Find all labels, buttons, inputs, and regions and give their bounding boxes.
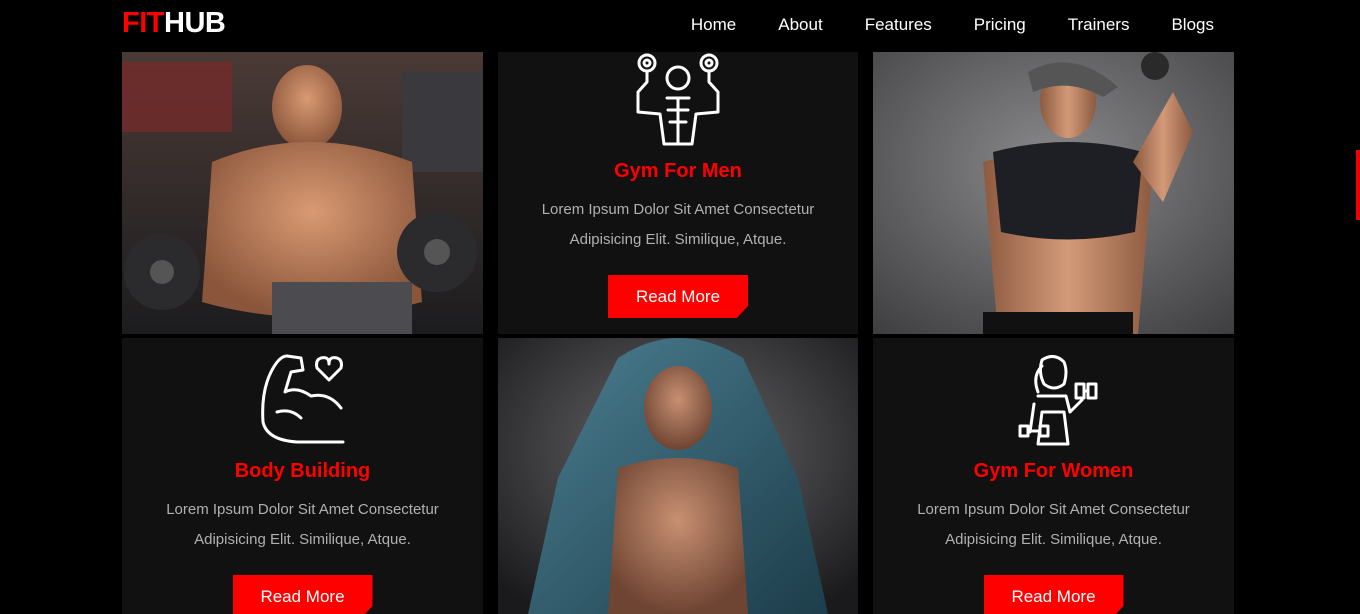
photo-woman-dumbbell — [873, 52, 1234, 334]
main-nav: Home About Features Pricing Trainers Blo… — [649, 15, 1214, 35]
read-more-button[interactable]: Read More — [983, 575, 1124, 614]
nav-about[interactable]: About — [778, 15, 822, 35]
nav-pricing[interactable]: Pricing — [974, 15, 1026, 35]
brand-part-2: HUB — [164, 7, 226, 39]
nav-features[interactable]: Features — [865, 15, 932, 35]
card-title: Body Building — [234, 460, 371, 482]
nav-home[interactable]: Home — [691, 15, 736, 35]
scroll-indicator[interactable] — [1356, 150, 1360, 220]
photo-man-dumbbells — [122, 52, 483, 334]
nav-blogs[interactable]: Blogs — [1171, 15, 1214, 35]
card-gym-for-men: Gym For Men Lorem Ipsum Dolor Sit Amet C… — [498, 52, 858, 334]
flexed-arm-heart-icon — [260, 354, 344, 444]
dumbbell-man-icon — [636, 53, 720, 146]
card-body-building: Body Building Lorem Ipsum Dolor Sit Amet… — [122, 338, 483, 614]
card-text: Lorem Ipsum Dolor Sit Amet Consectetur A… — [917, 501, 1190, 548]
card-text: Lorem Ipsum Dolor Sit Amet Consectetur A… — [166, 501, 439, 548]
woman-dumbbell-icon — [1018, 355, 1097, 446]
nav-trainers[interactable]: Trainers — [1068, 15, 1130, 35]
card-title: Gym For Men — [614, 160, 742, 182]
card-title: Gym For Women — [973, 460, 1134, 482]
brand-logo[interactable]: FITHUB — [122, 7, 226, 40]
brand-part-1: FIT — [122, 7, 165, 39]
read-more-button[interactable]: Read More — [232, 575, 373, 614]
photo-man-hoodie — [498, 338, 858, 614]
card-gym-for-women: Gym For Women Lorem Ipsum Dolor Sit Amet… — [873, 338, 1234, 614]
card-text: Lorem Ipsum Dolor Sit Amet Consectetur A… — [541, 201, 815, 248]
read-more-button[interactable]: Read More — [608, 275, 748, 318]
